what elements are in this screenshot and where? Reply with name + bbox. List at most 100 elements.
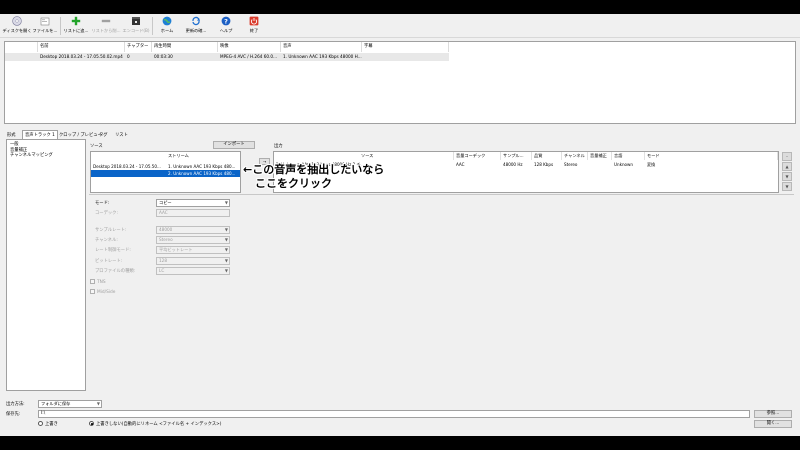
check-update-button[interactable]: 更新の確... xyxy=(181,16,211,38)
column-source[interactable]: ソース xyxy=(274,152,454,160)
remove-from-list-button[interactable]: リストから削... xyxy=(91,16,121,38)
list-item[interactable]: Desktop 2018.03.24 - 17.05.50... 1. Unkn… xyxy=(91,163,240,170)
sample-rate-select[interactable]: 48000 ▼ xyxy=(156,226,230,234)
tab-tags[interactable]: タグ xyxy=(96,130,111,139)
mode-label: モード: xyxy=(95,201,110,206)
remove-output-button[interactable]: – xyxy=(782,152,792,161)
save-path-input[interactable]: I:\ xyxy=(38,410,750,418)
add-to-list-button[interactable]: リストに追... xyxy=(61,16,91,38)
minus-icon xyxy=(101,19,111,23)
open-file-label: ファイルを... xyxy=(32,28,58,33)
column-video[interactable]: 映像 xyxy=(218,42,281,52)
column-sample-rate[interactable]: サンプル... xyxy=(501,152,532,160)
table-row[interactable]: Desktop 2018.03.24 - 17.05.50.02.mp4 0 0… xyxy=(5,53,449,61)
chevron-down-icon: ▼ xyxy=(224,247,228,252)
column-mode[interactable]: モード xyxy=(645,152,778,160)
column-codec[interactable]: 音量コーデック xyxy=(454,152,501,160)
exit-button[interactable]: 終了 xyxy=(244,16,264,38)
stream-file: Desktop 2018.03.24 - 17.05.50... xyxy=(93,164,161,169)
chevron-down-icon: ▼ xyxy=(224,237,228,242)
radio-dot xyxy=(38,421,43,426)
tns-checkbox[interactable]: TNS xyxy=(90,279,106,285)
tab-format[interactable]: 形式 xyxy=(4,130,19,139)
move-bottom-button[interactable]: ▼ xyxy=(782,182,792,191)
plus-icon xyxy=(71,16,81,26)
move-up-button[interactable]: ▲ xyxy=(782,162,792,171)
rate-control-value: 平均ビットレート xyxy=(159,247,193,252)
rate-control-select[interactable]: 平均ビットレート ▼ xyxy=(156,246,230,254)
app-window: ディスクを開く ファイルを... リストに追... リストから削... エンコー… xyxy=(0,0,800,450)
channels-select[interactable]: Stereo ▼ xyxy=(156,236,230,244)
chevron-down-icon: ▼ xyxy=(96,401,100,406)
auto-rename-label: 上書きしない(自動的にリネーム <ファイル名 + インデックス>) xyxy=(96,422,222,427)
bitrate-label: ビットレート: xyxy=(95,259,123,264)
open-disc-button[interactable]: ディスクを開く xyxy=(2,16,32,38)
column-chapters[interactable]: チャプター xyxy=(125,42,152,52)
toolbar: ディスクを開く ファイルを... リストに追... リストから削... エンコー… xyxy=(0,14,800,38)
output-sample-rate: 48000 Hz xyxy=(503,162,523,167)
stream-column-header: ストリーム xyxy=(168,153,189,158)
import-button[interactable]: インポート xyxy=(213,141,255,149)
file-list[interactable]: 名前 チャプター 再生時間 映像 音声 字幕 Desktop 2018.03.2… xyxy=(4,41,796,124)
output-method-select[interactable]: フォルダに保存 ▼ xyxy=(38,400,102,408)
mode-value: コピー xyxy=(159,200,172,205)
codec-value: AAC xyxy=(159,210,168,215)
source-stream-list[interactable]: ストリーム Desktop 2018.03.24 - 17.05.50... 1… xyxy=(90,151,241,193)
tab-list[interactable]: リスト xyxy=(112,130,131,139)
category-channel-mapping[interactable]: チャンネルマッピング xyxy=(10,153,82,159)
column-language[interactable]: 言語 xyxy=(612,152,645,160)
home-button[interactable]: ホーム xyxy=(153,16,181,38)
refresh-icon xyxy=(192,16,200,26)
output-channels: Stereo xyxy=(564,162,578,167)
divider xyxy=(89,194,794,195)
output-label: 出力 xyxy=(274,144,283,149)
row-subtitle xyxy=(362,53,449,61)
chevron-down-icon: ▼ xyxy=(224,200,228,205)
row-duration: 00:03:30 xyxy=(154,54,173,59)
open-file-button[interactable]: ファイルを... xyxy=(31,16,59,38)
column-channels[interactable]: チャンネル xyxy=(562,152,588,160)
checkbox-box xyxy=(90,279,95,284)
bitrate-value: 128 xyxy=(159,258,167,263)
help-button[interactable]: ? ヘルプ xyxy=(214,16,238,38)
column-name[interactable]: 名前 xyxy=(38,42,125,52)
column-audio[interactable]: 音声 xyxy=(281,42,362,52)
help-icon: ? xyxy=(221,16,231,26)
profile-value: LC xyxy=(159,268,165,273)
column-subtitle[interactable]: 字幕 xyxy=(362,42,449,52)
list-item-selected[interactable]: 2. Unknown AAC 193 Kbps 480... xyxy=(91,170,240,177)
row-name: Desktop 2018.03.24 - 17.05.50.02.mp4 xyxy=(40,54,123,59)
help-label: ヘルプ xyxy=(219,28,233,33)
open-folder-button[interactable]: 開く... xyxy=(754,420,792,428)
clapper-icon xyxy=(132,17,140,25)
column-spacer xyxy=(5,42,38,52)
letterbox-bottom xyxy=(0,436,800,450)
open-disc-label: ディスクを開く xyxy=(2,28,32,33)
codec-label: コーデック: xyxy=(95,211,118,216)
annotation-line-2: ここをクリック xyxy=(255,177,332,190)
chevron-down-icon: ▼ xyxy=(224,268,228,273)
column-volume-normalize[interactable]: 音量補正 xyxy=(588,152,612,160)
column-duration[interactable]: 再生時間 xyxy=(152,42,218,52)
row-video: MPEG-4 AVC / H.264 60.0... xyxy=(220,54,278,59)
codec-select[interactable]: AAC xyxy=(156,209,230,217)
radio-dot-selected xyxy=(89,421,94,426)
move-down-button[interactable]: ▼ xyxy=(782,172,792,181)
add-to-list-label: リストに追... xyxy=(63,28,89,33)
chevron-down-icon: ▼ xyxy=(224,258,228,263)
remove-from-list-label: リストから削... xyxy=(91,28,121,33)
profile-select[interactable]: LC ▼ xyxy=(156,267,230,275)
mode-select[interactable]: コピー ▼ xyxy=(156,199,230,207)
exit-label: 終了 xyxy=(249,28,259,33)
bitrate-select[interactable]: 128 ▼ xyxy=(156,257,230,265)
column-quality[interactable]: 品質 xyxy=(532,152,562,160)
encode-button[interactable]: エンコード(B) xyxy=(121,16,151,38)
overwrite-radio[interactable]: 上書き xyxy=(38,421,58,427)
tab-audio-track-1[interactable]: 音声トラック 1 xyxy=(22,130,58,139)
sample-rate-label: サンプルレート: xyxy=(95,228,127,233)
mid-side-checkbox[interactable]: Mid/Side xyxy=(90,289,115,295)
save-path-label: 保存先: xyxy=(6,412,21,417)
auto-rename-radio[interactable]: 上書きしない(自動的にリネーム <ファイル名 + インデックス>) xyxy=(89,421,221,427)
settings-category-list[interactable]: 一般 音量補正 チャンネルマッピング xyxy=(6,139,86,391)
browse-button[interactable]: 参照... xyxy=(754,410,792,418)
